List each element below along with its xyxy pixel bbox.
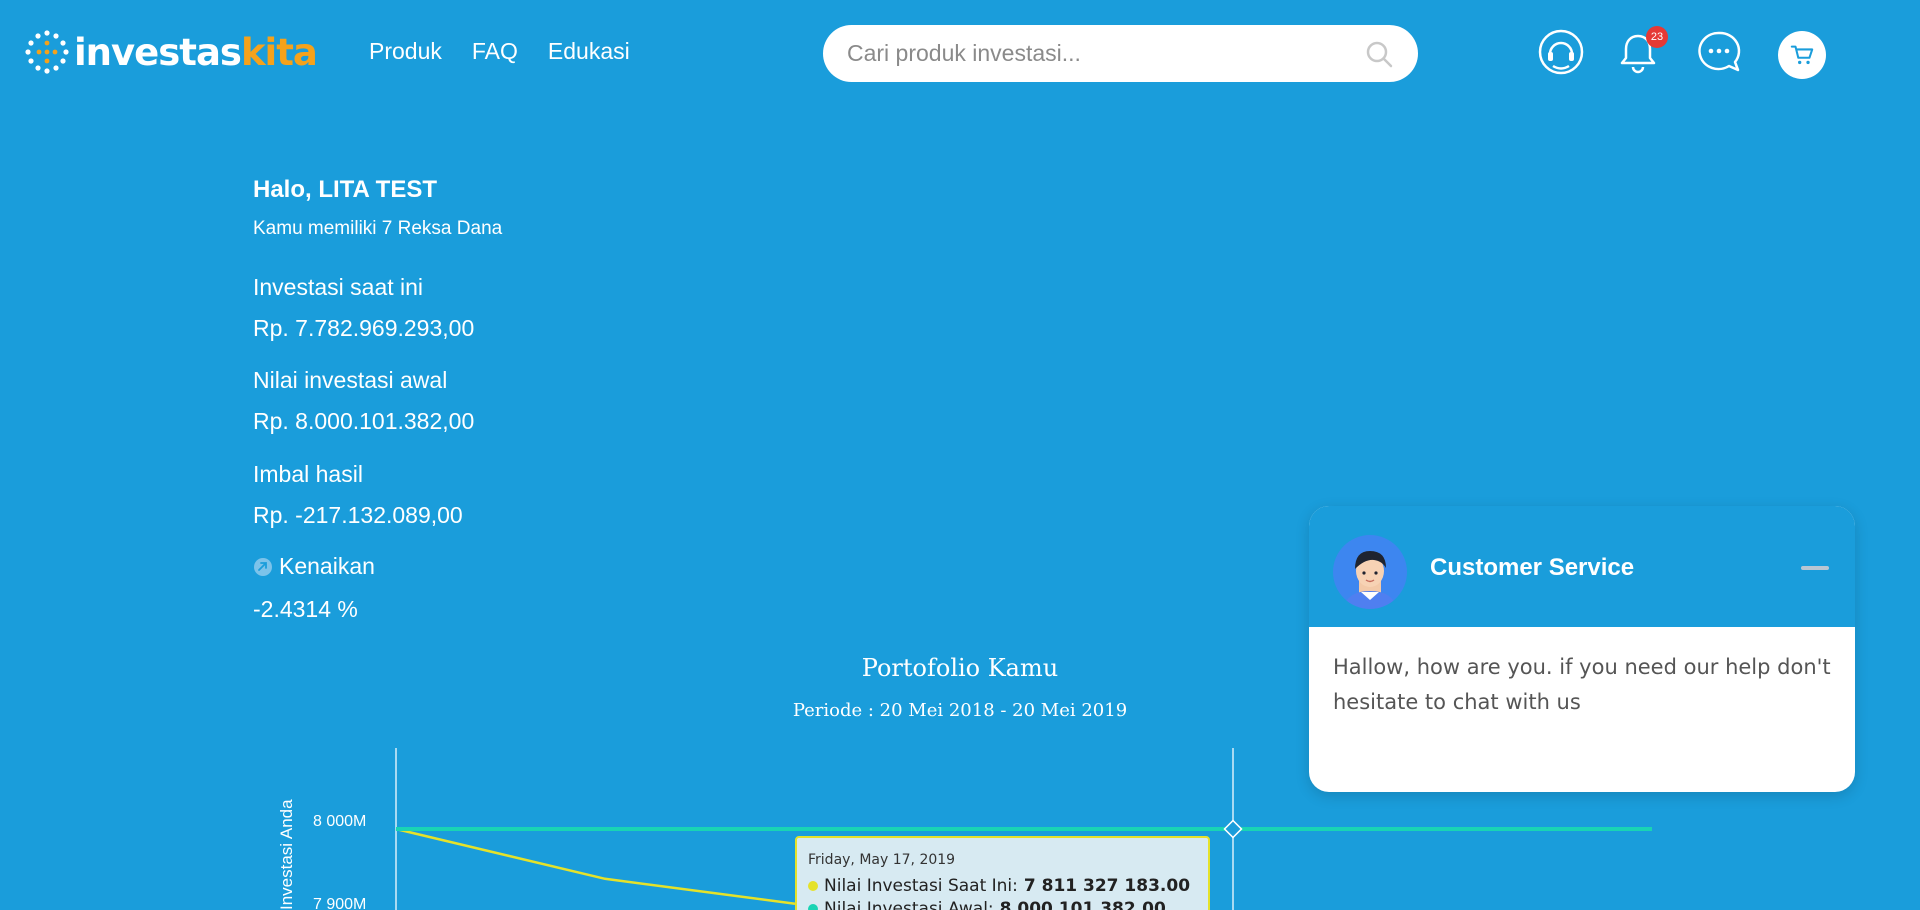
agent-avatar-icon (1343, 551, 1397, 609)
chat-bubble-icon (1698, 31, 1741, 72)
y-axis-label: Investasi Anda (277, 799, 296, 910)
notification-button[interactable]: 23 (1614, 26, 1668, 78)
notification-badge: 23 (1646, 26, 1668, 48)
tooltip-initial-label: Nilai Investasi Awal: (824, 899, 994, 910)
customer-service-panel[interactable]: Customer Service Hallow, how are you. if… (1309, 506, 1855, 792)
cs-avatar (1333, 535, 1407, 609)
tooltip-initial-value: 8 000 101 382.00 (999, 899, 1166, 910)
change-label: Kenaikan (279, 553, 375, 579)
nav-link-faq[interactable]: FAQ (472, 38, 518, 65)
minimize-icon[interactable] (1801, 566, 1829, 570)
crosshair-marker (1223, 819, 1243, 839)
logo-text-part1: investas (74, 30, 242, 74)
cart-icon (1790, 45, 1814, 65)
return-label: Imbal hasil (253, 461, 363, 487)
change-row: Kenaikan (253, 553, 375, 580)
user-support-icon (1538, 29, 1584, 75)
logo-text-part2: kita (240, 30, 318, 74)
initial-investment-label: Nilai investasi awal (253, 367, 448, 393)
search-icon[interactable] (1364, 39, 1394, 69)
search-bar (823, 25, 1418, 82)
cs-title: Customer Service (1430, 554, 1635, 581)
nav-links: Produk FAQ Edukasi (369, 38, 630, 65)
search-input[interactable] (847, 40, 1364, 67)
y-tick-7900: 7 900M (313, 896, 366, 910)
current-investment-label: Investasi saat ini (253, 274, 424, 300)
fund-count-text: Kamu memiliki 7 Reksa Dana (253, 218, 503, 239)
navbar: investaskita Produk FAQ Edukasi Cari pro… (0, 0, 1920, 104)
cart-button[interactable] (1778, 31, 1826, 79)
profile-button[interactable] (1537, 28, 1585, 78)
return-value: Rp. -217.132.089,00 (253, 502, 463, 528)
tooltip-date: Friday, May 17, 2019 (808, 852, 956, 868)
logo-text: investaskita (74, 30, 318, 74)
tooltip-line-current: Nilai Investasi Saat Ini: 7 811 327 183.… (808, 876, 1190, 896)
page: investaskita Produk FAQ Edukasi Cari pro… (0, 0, 1920, 910)
tooltip-current-label: Nilai Investasi Saat Ini: (824, 876, 1018, 896)
legend-dot-current (808, 881, 818, 891)
legend-dot-initial (808, 904, 818, 910)
series-line-0 (395, 827, 796, 905)
chat-button[interactable] (1695, 28, 1743, 78)
chart-tooltip: Friday, May 17, 2019 Nilai Investasi Saa… (795, 836, 1210, 910)
trend-arrow-icon (254, 557, 272, 576)
tooltip-current-value: 7 811 327 183.00 (1023, 876, 1191, 896)
current-investment-value: Rp. 7.782.969.293,00 (253, 315, 475, 341)
y-tick-8000: 8 000M (313, 813, 366, 830)
logo[interactable]: investaskita (22, 26, 318, 78)
cs-header: Customer Service (1309, 506, 1855, 627)
initial-investment-value: Rp. 8.000.101.382,00 (253, 408, 475, 434)
nav-link-edukasi[interactable]: Edukasi (548, 38, 630, 65)
logo-dots-icon (25, 30, 69, 74)
cs-message: Hallow, how are you. if you need our hel… (1333, 655, 1831, 714)
change-value: -2.4314 % (253, 596, 358, 622)
tooltip-line-initial: Nilai Investasi Awal: 8 000 101 382.00 (808, 899, 1166, 910)
greeting: Halo, LITA TEST (253, 176, 437, 203)
nav-link-produk[interactable]: Produk (369, 38, 442, 65)
